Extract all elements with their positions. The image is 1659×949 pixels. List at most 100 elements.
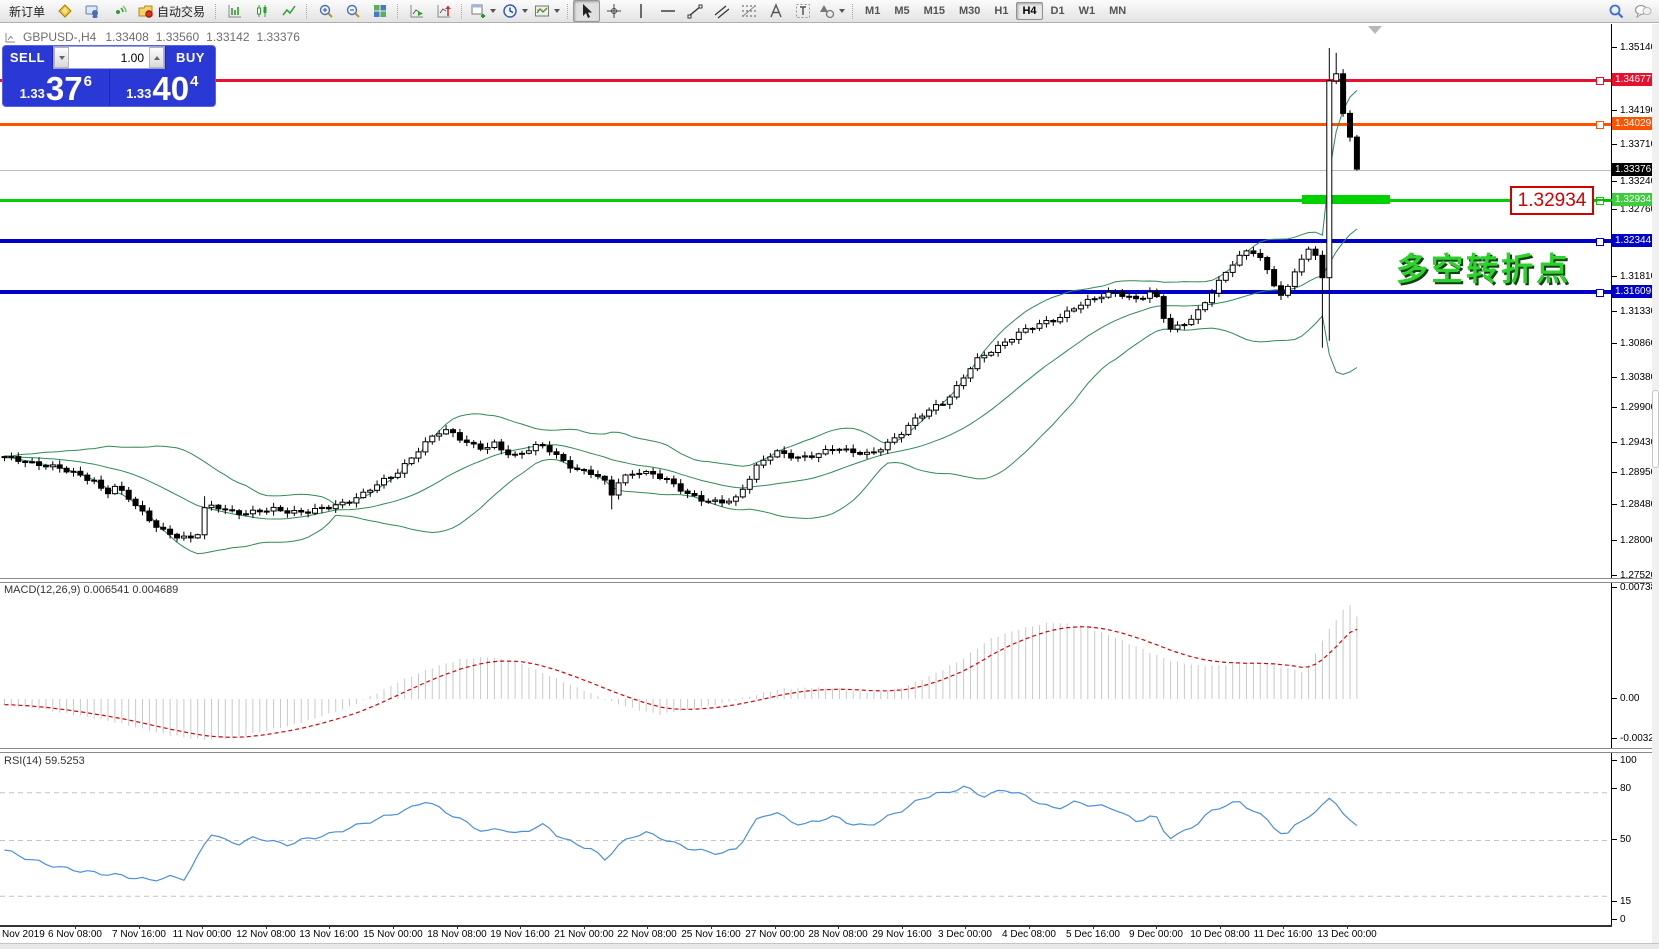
price-tick: 1.34190 [1612,105,1656,117]
vertical-scrollbar [1652,24,1659,943]
trendline-tool-button[interactable] [681,0,708,22]
zoom-in-button[interactable] [312,0,339,22]
toolbar-separator [567,4,569,19]
price-tick: 1.28480 [1612,499,1656,511]
volume-stepper: 1.00 [53,46,165,69]
text-a-icon [768,3,784,19]
timeframe-d1-button[interactable]: D1 [1045,2,1071,20]
timeframe-w1-button[interactable]: W1 [1073,2,1102,20]
date-label: 21 Nov 00:00 [554,929,614,940]
rsi-name: RSI(14) [4,755,42,767]
auto-trading-button[interactable]: 自动交易 [132,0,211,22]
timeframe-h4-button[interactable]: H4 [1016,2,1042,20]
chat-button[interactable] [1629,0,1656,22]
chart-scroll-marker-icon [1368,26,1382,34]
buy-button[interactable]: BUY [165,46,215,69]
bollinger-upper-band [5,90,1357,504]
sell-price-big: 37 [46,71,83,107]
crosshair-tool-button[interactable] [600,0,627,22]
vertical-line-tool-button[interactable] [627,0,654,22]
line-chart-mode-button[interactable] [275,0,302,22]
chart-shift-button[interactable] [430,0,457,22]
macd-panel-separator[interactable] [0,578,1659,583]
tick-dash [1612,587,1617,588]
price-callout-label[interactable]: 1.32934 [1510,186,1594,215]
macd-indicator-chart [0,581,1611,748]
resistance-line-1.34677-handle[interactable] [1596,77,1604,85]
date-label: 13 Dec 00:00 [1317,929,1377,940]
rsi-axis-tick: 15 [1612,896,1631,908]
timeframe-h1-button[interactable]: H1 [988,2,1014,20]
support-line-1.32344-handle[interactable] [1596,238,1604,246]
auto-scroll-button[interactable] [403,0,430,22]
timeframe-m15-button[interactable]: M15 [918,2,951,20]
macd-histogram [5,605,1357,740]
timeframe-m5-button[interactable]: M5 [888,2,915,20]
price-tick: 1.31810 [1612,271,1656,283]
price-tick: 1.33710 [1612,139,1656,151]
volume-input[interactable]: 1.00 [69,47,149,68]
price-tick: 1.27520 [1612,570,1656,582]
navigator-button[interactable] [78,0,105,22]
market-watch-button[interactable] [51,0,78,22]
tick-dash [1612,442,1617,443]
clock-icon [502,3,518,19]
cursor-arrow-icon [579,3,595,19]
sell-price-pip: 6 [84,73,92,90]
tile-windows-button[interactable] [366,0,393,22]
shapes-icon [819,3,835,19]
person-monitor-icon [84,3,100,19]
search-button[interactable] [1602,0,1629,22]
zoom-out-button[interactable] [339,0,366,22]
buy-label: BUY [176,50,205,65]
bull-bear-turning-point-annotation[interactable]: 多空转折点 [1396,244,1571,290]
price-tick: 1.31330 [1612,306,1656,318]
sell-price[interactable]: 1.33 37 6 [3,69,110,107]
timeframe-m30-button[interactable]: M30 [953,2,986,20]
date-label: 18 Nov 08:00 [427,929,487,940]
rsi-axis-tick: 50 [1612,834,1631,846]
timeframe-toolbar: M1M5M15M30H1H4D1W1MN [858,2,1133,20]
line-chart-icon [281,3,297,19]
signal-button[interactable] [105,0,132,22]
text-label-tool-button[interactable] [789,0,816,22]
tick-dash [1612,919,1617,920]
toolbar-separator [306,4,308,19]
tick-dash [1612,540,1617,541]
date-label: 11 Dec 16:00 [1254,929,1313,940]
tick-dash [1612,209,1617,210]
toolbar-separator [215,4,217,19]
one-click-trading-panel: SELL 1.00 BUY 1.33 37 6 1.33 40 4 [2,45,216,107]
tick-dash [1612,181,1617,182]
chart-window-icon [5,32,16,43]
text-tool-button[interactable] [762,0,789,22]
timeframe-m1-button[interactable]: M1 [859,2,886,20]
support-line-1.31609-handle[interactable] [1596,289,1604,297]
ohlc-high: 1.33560 [156,30,199,44]
fibonacci-tool-button[interactable] [735,0,762,22]
bar-chart-mode-button[interactable] [221,0,248,22]
rsi-panel-separator[interactable] [0,748,1659,753]
rsi-line [5,786,1357,881]
price-tick: 1.30380 [1612,372,1656,384]
channel-tool-button[interactable] [708,0,735,22]
volume-decrease-button[interactable] [54,47,69,68]
period-clock-button[interactable] [499,0,531,22]
new-chart-button[interactable] [467,0,499,22]
cursor-tool-button[interactable] [573,0,600,22]
new-order-button[interactable]: 新订单 [3,0,51,22]
resistance-line-1.34029-handle[interactable] [1596,121,1604,129]
templates-button[interactable] [531,0,563,22]
date-label: 7 Nov 16:00 [112,929,166,940]
shapes-tool-button[interactable] [816,0,848,22]
scrollbar-thumb[interactable] [1652,390,1659,468]
horizontal-line-tool-button[interactable] [654,0,681,22]
dropdown-caret-icon [839,9,845,13]
buy-price[interactable]: 1.33 40 4 [110,69,216,107]
candlestick-mode-button[interactable] [248,0,275,22]
timeframe-mn-button[interactable]: MN [1103,2,1132,20]
tile-windows-icon [372,3,388,19]
tick-dash [1612,311,1617,312]
sell-button[interactable]: SELL [3,46,53,69]
volume-increase-button[interactable] [149,47,164,68]
